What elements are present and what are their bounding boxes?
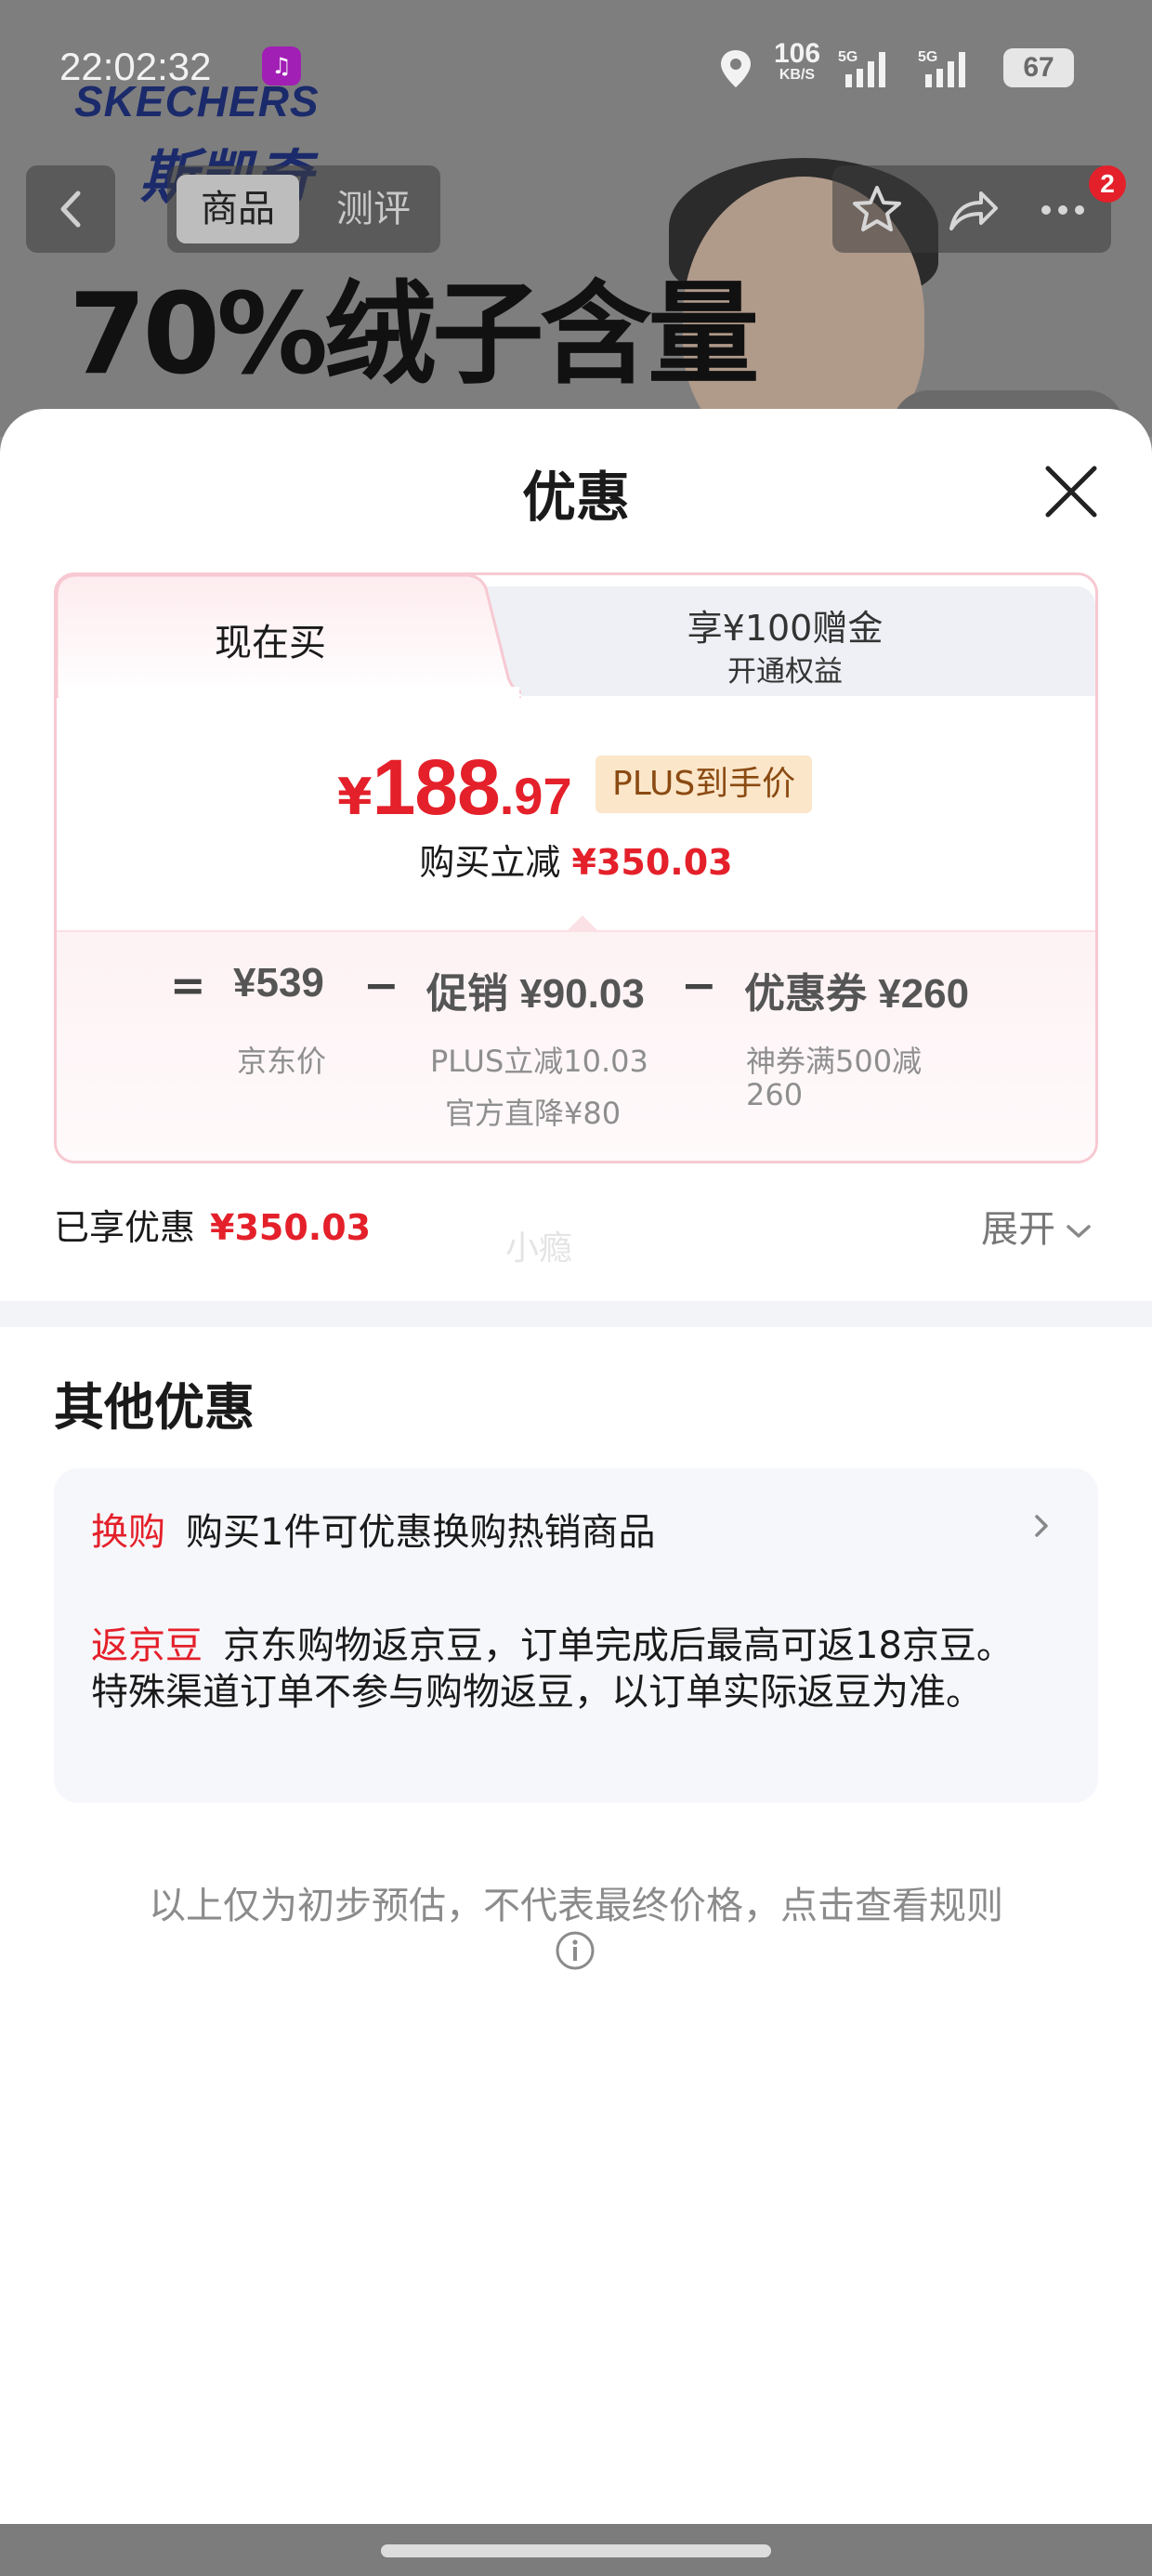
coupon-amount: 优惠券 ¥260 bbox=[744, 971, 970, 1017]
price-formula: = ¥539 京东价 − 促销 ¥90.03 PLUS立减10.03 官方直降¥… bbox=[57, 930, 1095, 1161]
jd-price: ¥539 bbox=[233, 960, 324, 1005]
home-indicator[interactable] bbox=[381, 2544, 771, 2557]
battery-indicator: 67 bbox=[1003, 48, 1074, 87]
status-bar: 22:02:32 ♫ 106 KB/S 5G 5G 67 bbox=[0, 35, 1152, 100]
expand-label: 展开 bbox=[981, 1208, 1055, 1251]
info-icon[interactable] bbox=[554, 1929, 596, 1972]
coupon-detail-amount: 260 bbox=[746, 1077, 804, 1112]
cart-badge: 2 bbox=[1089, 165, 1126, 203]
minus-sign-2: − bbox=[681, 960, 717, 1010]
plus-price-tag: PLUS到手价 bbox=[596, 756, 813, 813]
more-icon[interactable] bbox=[1035, 182, 1091, 238]
other-offers-box: 换购 购买1件可优惠换购热销商品 返京豆 京东购物返京豆，订单完成后最高可返18京豆… bbox=[54, 1468, 1098, 1803]
promo-detail-plus: PLUS立减10.03 bbox=[430, 1044, 648, 1079]
tab-review[interactable]: 测评 bbox=[318, 175, 429, 243]
tab-plus-title: 享¥100赠金 bbox=[687, 608, 884, 649]
enjoyed-label: 已享优惠 bbox=[54, 1207, 196, 1248]
watermark: 小瘾 bbox=[505, 1229, 573, 1268]
jd-price-label: 京东价 bbox=[237, 1044, 327, 1079]
product-headline: 70%绒子含量 bbox=[69, 270, 759, 400]
back-button[interactable] bbox=[26, 165, 115, 253]
bell-icon: ♫ bbox=[262, 46, 301, 85]
tab-plus-benefit[interactable]: 享¥100赠金 开通权益 bbox=[475, 586, 1095, 696]
action-group bbox=[832, 165, 1111, 253]
final-price: ¥188.97 bbox=[337, 743, 572, 831]
exchange-text: 购买1件可优惠换购热销商品 bbox=[186, 1511, 656, 1554]
sheet-title: 优惠 bbox=[521, 466, 630, 529]
enjoyed-discount: 已享优惠 ¥350.03 bbox=[54, 1199, 371, 1250]
jingdou-text: 京东购物返京豆，订单完成后最高可返18京豆。特殊渠道订单不参与购物返豆，以订单实… bbox=[91, 1624, 1014, 1714]
location-icon bbox=[721, 50, 751, 87]
expand-button[interactable]: 展开 bbox=[981, 1199, 1093, 1253]
equals-sign: = bbox=[170, 960, 206, 1010]
coupon-detail: 神券满500减 bbox=[746, 1044, 923, 1079]
jingdou-tag: 返京豆 bbox=[91, 1624, 203, 1667]
enjoyed-value: ¥350.03 bbox=[210, 1207, 372, 1248]
other-offers-title: 其他优惠 bbox=[54, 1378, 255, 1437]
chevron-right-icon bbox=[1035, 1515, 1048, 1537]
final-price-row: ¥188.97 PLUS到手价 bbox=[57, 743, 1095, 835]
tab-buy-now[interactable]: 现在买 bbox=[57, 575, 521, 698]
signal-icon: 5G bbox=[838, 49, 885, 87]
chevron-down-icon bbox=[1067, 1225, 1091, 1238]
tab-buy-now-label: 现在买 bbox=[215, 622, 326, 664]
close-icon[interactable] bbox=[1039, 459, 1104, 524]
tab-product[interactable]: 商品 bbox=[177, 175, 299, 243]
instant-reduction: 购买立减 ¥350.03 bbox=[419, 842, 733, 883]
chevron-left-icon bbox=[60, 191, 81, 228]
product-navbar: 商品 测评 bbox=[0, 164, 1152, 256]
exchange-offer-row[interactable]: 换购 购买1件可优惠换购热销商品 bbox=[91, 1502, 1057, 1556]
system-nav-bar bbox=[0, 2524, 1152, 2576]
promo-detail-official: 官方直降¥80 bbox=[445, 1096, 622, 1131]
signal-icon-2: 5G bbox=[918, 49, 965, 87]
minus-sign: − bbox=[363, 960, 399, 1010]
tab-plus-subtitle: 开通权益 bbox=[727, 655, 843, 689]
price-card-tabs: 享¥100赠金 开通权益 现在买 bbox=[57, 575, 1095, 698]
section-divider bbox=[0, 1301, 1152, 1327]
favorite-star-icon[interactable] bbox=[849, 182, 905, 238]
promo-amount: 促销 ¥90.03 bbox=[426, 971, 645, 1017]
discount-sheet: 优惠 享¥100赠金 开通权益 现在买 ¥188.97 PLUS到手价 购买立减… bbox=[0, 409, 1152, 2524]
status-time: 22:02:32 bbox=[59, 45, 212, 88]
product-tabs: 商品 测评 bbox=[167, 165, 440, 253]
price-card: 享¥100赠金 开通权益 现在买 ¥188.97 PLUS到手价 购买立减 ¥3… bbox=[54, 572, 1098, 1163]
rule-note-link[interactable]: 以上仅为初步预估，不代表最终价格，点击查看规则 bbox=[0, 1875, 1152, 1929]
exchange-tag: 换购 bbox=[91, 1511, 165, 1554]
svg-text:5G: 5G bbox=[918, 49, 937, 65]
jingdou-offer-row: 返京豆 京东购物返京豆，订单完成后最高可返18京豆。特殊渠道订单不参与购物返豆，以… bbox=[91, 1623, 1039, 1715]
share-icon[interactable] bbox=[944, 182, 1000, 238]
svg-text:5G: 5G bbox=[838, 49, 857, 65]
net-speed: 106 KB/S bbox=[773, 38, 821, 84]
